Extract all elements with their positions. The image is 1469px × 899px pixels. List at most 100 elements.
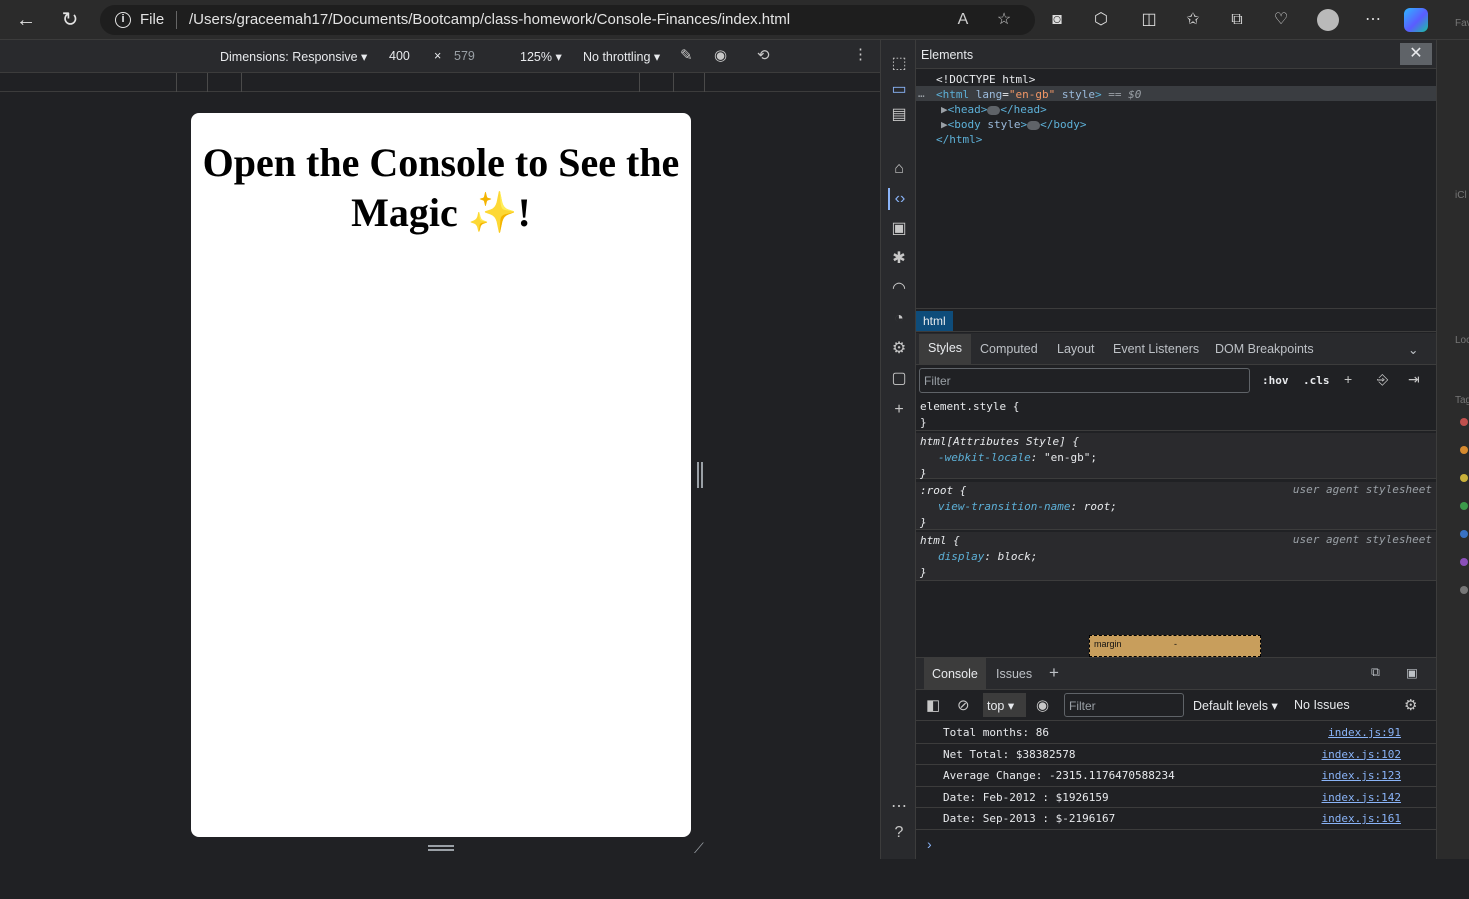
style-rule-root[interactable]: :root { user agent stylesheet view-trans…: [916, 482, 1436, 530]
toggle-sidebar-icon[interactable]: ⇥: [1408, 371, 1420, 388]
tag-dot[interactable]: [1460, 530, 1468, 538]
info-icon[interactable]: i: [115, 12, 131, 28]
device-more-icon[interactable]: ⋮: [853, 45, 868, 63]
console-settings-gear-icon[interactable]: ⚙: [1404, 696, 1417, 714]
dom-head-node[interactable]: ▶<head> </head>: [941, 102, 1047, 117]
log-source-link[interactable]: index.js:142: [1322, 791, 1401, 804]
cls-button[interactable]: .cls: [1303, 374, 1330, 387]
box-model-margin[interactable]: margin -: [1089, 635, 1261, 657]
rule-value[interactable]: block;: [998, 550, 1038, 563]
collapsed-ellipsis[interactable]: [1027, 120, 1041, 130]
console-log-row[interactable]: Average Change: -2315.1176470588234 inde…: [916, 765, 1436, 787]
tab-layout[interactable]: Layout: [1057, 342, 1095, 356]
dom-doctype[interactable]: <!DOCTYPE html>: [936, 72, 1035, 87]
dom-body-node[interactable]: ▶<body style> </body>: [941, 117, 1086, 132]
reload-icon[interactable]: ↻: [58, 8, 82, 32]
dock-icon[interactable]: ▤: [888, 104, 910, 126]
sidebar-toggle-icon[interactable]: ◧: [926, 696, 940, 714]
style-rule-attributes[interactable]: html[Attributes Style] { -webkit-locale:…: [916, 433, 1436, 480]
performance-icon[interactable]: ◔: [888, 308, 910, 330]
rule-value[interactable]: root;: [1084, 500, 1117, 513]
dom-html-close[interactable]: </html>: [936, 132, 982, 147]
log-source-link[interactable]: index.js:161: [1322, 812, 1401, 825]
style-rule-html[interactable]: html { user agent stylesheet display: bl…: [916, 532, 1436, 581]
add-tab-plus-icon[interactable]: +: [1049, 663, 1059, 683]
log-source-link[interactable]: index.js:123: [1322, 769, 1401, 782]
sources-debug-icon[interactable]: ✱: [888, 248, 910, 270]
expand-body-icon[interactable]: ▶: [941, 118, 948, 131]
console-prompt-chevron-icon[interactable]: ›: [927, 836, 932, 852]
levels-dropdown[interactable]: Default levels ▾: [1193, 698, 1278, 713]
tag-dot[interactable]: [1460, 502, 1468, 510]
tag-dot[interactable]: [1460, 558, 1468, 566]
profile-avatar[interactable]: [1317, 9, 1339, 31]
rule-prop[interactable]: -webkit-locale: [938, 451, 1031, 464]
rotate-icon[interactable]: ⟲: [757, 46, 770, 64]
collections-icon[interactable]: ⧉: [1226, 9, 1248, 31]
read-aloud-icon[interactable]: A: [952, 9, 974, 31]
console-log-row[interactable]: Date: Feb-2012 : $1926159 index.js:142: [916, 787, 1436, 808]
log-source-link[interactable]: index.js:91: [1328, 726, 1401, 739]
favorite-star-icon[interactable]: ☆: [993, 9, 1015, 31]
address-bar[interactable]: i File /Users/graceemah17/Documents/Boot…: [100, 5, 1035, 35]
tab-styles[interactable]: Styles: [919, 334, 972, 365]
activity-more-icon[interactable]: ⋯: [888, 796, 910, 818]
undock-icon[interactable]: ⧉: [1371, 665, 1380, 680]
screenshot-icon[interactable]: ◙: [1046, 9, 1068, 31]
application-icon[interactable]: ▢: [888, 368, 910, 390]
welcome-home-icon[interactable]: ⌂: [888, 158, 910, 180]
hov-button[interactable]: :hov: [1262, 374, 1289, 387]
console-log-row[interactable]: Total months: 86 index.js:91: [916, 722, 1436, 744]
console-log-row[interactable]: Date: Sep-2013 : $-2196167 index.js:161: [916, 808, 1436, 830]
rule-prop[interactable]: view-transition-name: [938, 500, 1070, 513]
device-emulation-icon[interactable]: ▭: [888, 79, 910, 101]
close-drawer-icon[interactable]: ▣: [1406, 665, 1418, 680]
settings-gear-icon[interactable]: ⚙: [888, 338, 910, 360]
rule-prop[interactable]: display: [938, 550, 984, 563]
height-input[interactable]: 579: [454, 49, 475, 63]
console-tool-icon[interactable]: ▣: [888, 218, 910, 240]
tab-dom-breakpoints[interactable]: DOM Breakpoints: [1215, 342, 1314, 356]
extensions-icon[interactable]: ⬡: [1090, 9, 1112, 31]
resize-handle-bottom[interactable]: [428, 845, 454, 851]
health-icon[interactable]: ♡: [1270, 9, 1292, 31]
add-tool-icon[interactable]: +: [888, 399, 910, 421]
tab-computed[interactable]: Computed: [980, 342, 1038, 356]
back-arrow-icon[interactable]: ←: [14, 8, 38, 32]
url-text[interactable]: /Users/graceemah17/Documents/Bootcamp/cl…: [189, 11, 790, 28]
clear-console-icon[interactable]: ⊘: [957, 696, 970, 714]
tag-dot[interactable]: [1460, 586, 1468, 594]
styles-filter-input[interactable]: Filter: [919, 368, 1250, 393]
console-log-row[interactable]: Net Total: $38382578 index.js:102: [916, 744, 1436, 765]
context-selector[interactable]: top ▾: [983, 693, 1026, 717]
inspect-icon[interactable]: ⬚: [888, 53, 910, 75]
tab-event-listeners[interactable]: Event Listeners: [1113, 342, 1199, 356]
chevron-down-icon[interactable]: ⌄: [1408, 342, 1418, 357]
width-input[interactable]: 400: [389, 49, 410, 63]
console-filter-input[interactable]: Filter: [1064, 693, 1184, 717]
dom-html-node[interactable]: <html lang="en-gb" style> == $0: [936, 87, 1141, 102]
log-source-link[interactable]: index.js:102: [1322, 748, 1401, 761]
zoom-dropdown[interactable]: 125% ▾: [520, 49, 562, 64]
paint-brush-icon[interactable]: ⎆: [1377, 371, 1388, 388]
tab-issues[interactable]: Issues: [996, 667, 1032, 681]
breadcrumb-html[interactable]: html: [916, 311, 953, 331]
eyedropper-icon[interactable]: ✎: [680, 46, 693, 64]
more-menu-icon[interactable]: ⋯: [1362, 9, 1384, 31]
resize-handle-right[interactable]: [697, 462, 703, 488]
tag-dot[interactable]: [1460, 446, 1468, 454]
sensor-icon[interactable]: ◉: [714, 46, 727, 64]
copilot-icon[interactable]: [1404, 8, 1428, 32]
split-screen-icon[interactable]: ◫: [1138, 9, 1160, 31]
collapsed-ellipsis[interactable]: [987, 105, 1001, 115]
throttling-dropdown[interactable]: No throttling ▾: [583, 49, 660, 64]
tag-dot[interactable]: [1460, 474, 1468, 482]
resize-handle-corner[interactable]: ⟋: [694, 840, 704, 857]
network-icon[interactable]: ◠: [888, 278, 910, 300]
close-icon[interactable]: ✕: [1400, 43, 1432, 65]
issues-count[interactable]: No Issues: [1294, 698, 1350, 712]
help-icon[interactable]: ?: [888, 822, 910, 844]
media-query-ruler[interactable]: [0, 73, 880, 92]
elements-tool-icon[interactable]: ‹›: [888, 188, 910, 210]
dom-ellipsis-icon[interactable]: …: [918, 86, 925, 101]
